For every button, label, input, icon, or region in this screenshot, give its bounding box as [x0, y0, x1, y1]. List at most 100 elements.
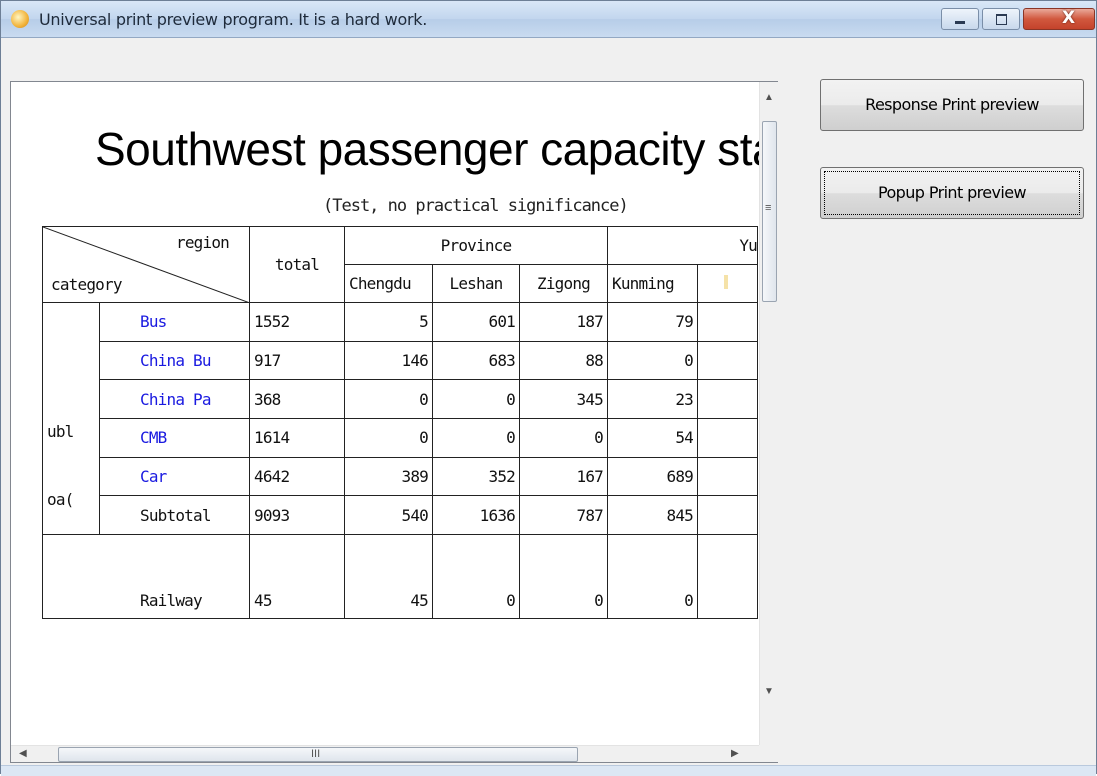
- scroll-corner: [759, 745, 778, 762]
- table-row: ubl oa( Bus 1552 5 601 187 79: [42, 302, 758, 535]
- response-print-preview-label: Response Print preview: [865, 95, 1039, 114]
- cell: 352: [432, 456, 520, 497]
- row-label: Railway: [42, 534, 250, 619]
- response-print-preview-button[interactable]: Response Print preview: [820, 79, 1084, 131]
- table-row: China Bu 917 146 683 88 0: [43, 340, 758, 381]
- col-header: Leshan: [432, 264, 520, 303]
- cell: 689: [607, 456, 698, 497]
- cell: 0: [607, 340, 698, 381]
- row-label: CMB: [99, 417, 250, 458]
- scroll-up-icon[interactable]: ▲: [764, 92, 774, 103]
- header-province: Province: [344, 226, 608, 265]
- row-group-label: ubl: [47, 422, 74, 441]
- cell: [697, 456, 758, 497]
- header-region: region: [176, 233, 230, 252]
- cell: 0: [344, 417, 433, 458]
- table-row: CMB 1614 0 0 0 54: [43, 417, 758, 458]
- cell: 54: [607, 417, 698, 458]
- row-total: 1614: [249, 417, 345, 458]
- vertical-scrollbar[interactable]: ▲ ≡ ▼: [759, 82, 778, 745]
- cell: 1636: [432, 495, 520, 535]
- popup-print-preview-label: Popup Print preview: [878, 183, 1027, 202]
- table-row: China Pa 368 0 0 345 23: [43, 379, 758, 419]
- horizontal-scrollbar[interactable]: ◀ III ▶: [11, 745, 759, 762]
- cell: 146: [344, 340, 433, 381]
- close-icon: X: [1062, 8, 1076, 28]
- minimize-button[interactable]: [941, 8, 979, 30]
- scroll-right-icon[interactable]: ▶: [731, 748, 739, 759]
- preview-page: Southwest passenger capacity sta (Test, …: [11, 82, 759, 745]
- maximize-button[interactable]: [982, 8, 1020, 30]
- cell: 0: [432, 534, 520, 619]
- table-row: Car 4642 389 352 167 689: [43, 456, 758, 497]
- window-bottom-edge: [1, 765, 1096, 776]
- row-total: 368: [249, 379, 345, 419]
- cell: 23: [607, 379, 698, 419]
- cell: 601: [432, 302, 520, 342]
- window-title: Universal print preview program. It is a…: [39, 10, 427, 29]
- cell: 845: [607, 495, 698, 535]
- row-label: Subtotal: [99, 495, 250, 535]
- row-label: China Bu: [99, 340, 250, 381]
- cell: 787: [519, 495, 608, 535]
- row-total: 45: [249, 534, 345, 619]
- cell: [697, 379, 758, 419]
- cell: 0: [432, 379, 520, 419]
- col-header: Chengdu: [344, 264, 433, 303]
- cell: 0: [432, 417, 520, 458]
- header-yu: Yu: [607, 226, 758, 265]
- col-header: Kunming: [607, 264, 698, 303]
- close-button[interactable]: X: [1023, 8, 1095, 30]
- vertical-scroll-thumb[interactable]: ≡: [762, 121, 777, 302]
- row-group-cell: ubl oa(: [42, 302, 100, 535]
- horizontal-scroll-thumb[interactable]: III: [58, 747, 578, 762]
- cell: 0: [344, 379, 433, 419]
- cell: 389: [344, 456, 433, 497]
- header-total: total: [249, 226, 345, 303]
- title-bar[interactable]: Universal print preview program. It is a…: [1, 1, 1096, 38]
- cell: [697, 417, 758, 458]
- cell: 167: [519, 456, 608, 497]
- row-total: 9093: [249, 495, 345, 535]
- col-header: Zigong: [519, 264, 608, 303]
- cell: [697, 534, 758, 619]
- header-category: category: [51, 275, 122, 294]
- scroll-down-icon[interactable]: ▼: [764, 686, 774, 697]
- cell: [697, 302, 758, 342]
- cell: 0: [519, 417, 608, 458]
- document-subtitle: (Test, no practical significance): [323, 196, 629, 216]
- cell: 345: [519, 379, 608, 419]
- cell: 88: [519, 340, 608, 381]
- cell: 187: [519, 302, 608, 342]
- minimize-icon: [955, 21, 965, 24]
- print-preview-area[interactable]: Southwest passenger capacity sta (Test, …: [10, 81, 778, 763]
- row-total: 4642: [249, 456, 345, 497]
- table-row: Subtotal 9093 540 1636 787 845: [43, 495, 758, 535]
- main-window: Universal print preview program. It is a…: [0, 0, 1097, 776]
- document-title: Southwest passenger capacity sta: [95, 123, 759, 175]
- cell: 0: [607, 534, 698, 619]
- row-label: Car: [99, 456, 250, 497]
- row-total: 1552: [249, 302, 345, 342]
- vertical-grip-icon: ≡: [765, 202, 772, 214]
- capacity-table: region category total Province Yu Chengd…: [42, 226, 758, 619]
- col-header-partial: [697, 264, 758, 303]
- maximize-icon: [996, 14, 1007, 25]
- row-label: China Pa: [99, 379, 250, 419]
- cell: 79: [607, 302, 698, 342]
- app-icon: [11, 10, 29, 28]
- cell: 683: [432, 340, 520, 381]
- cell: 5: [344, 302, 433, 342]
- corner-header-cell: region category: [42, 226, 250, 303]
- cell: 45: [344, 534, 433, 619]
- cell: [697, 340, 758, 381]
- cell: 540: [344, 495, 433, 535]
- popup-print-preview-button[interactable]: Popup Print preview: [820, 167, 1084, 219]
- cell: 0: [519, 534, 608, 619]
- row-total: 917: [249, 340, 345, 381]
- horizontal-grip-icon: III: [311, 748, 321, 760]
- row-label: Bus: [99, 302, 250, 342]
- cell: [697, 495, 758, 535]
- scroll-left-icon[interactable]: ◀: [19, 748, 27, 759]
- table-row-railway: Railway 45 45 0 0 0: [42, 534, 758, 619]
